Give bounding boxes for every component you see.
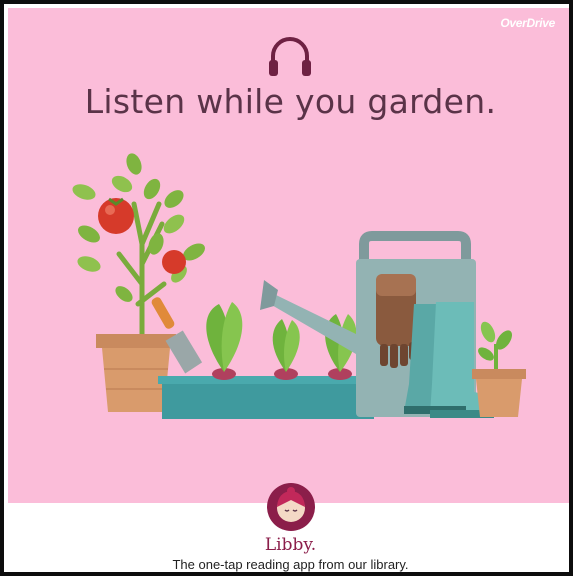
clay-pot-small: [472, 321, 526, 417]
overdrive-logo: OverDrive: [500, 16, 555, 30]
libby-logo-icon: [267, 483, 315, 531]
app-tagline: The one-tap reading app from our library…: [172, 557, 409, 572]
headline: Listen while you garden.: [84, 82, 497, 121]
garden-gloves: [376, 274, 416, 368]
garden-illustration: [72, 153, 526, 419]
promo-card: OverDrive Listen while you garden. Libby…: [0, 0, 573, 576]
headphones-icon: [269, 37, 311, 76]
app-name: Libby.: [264, 535, 317, 555]
tomato-plant: [72, 153, 205, 342]
